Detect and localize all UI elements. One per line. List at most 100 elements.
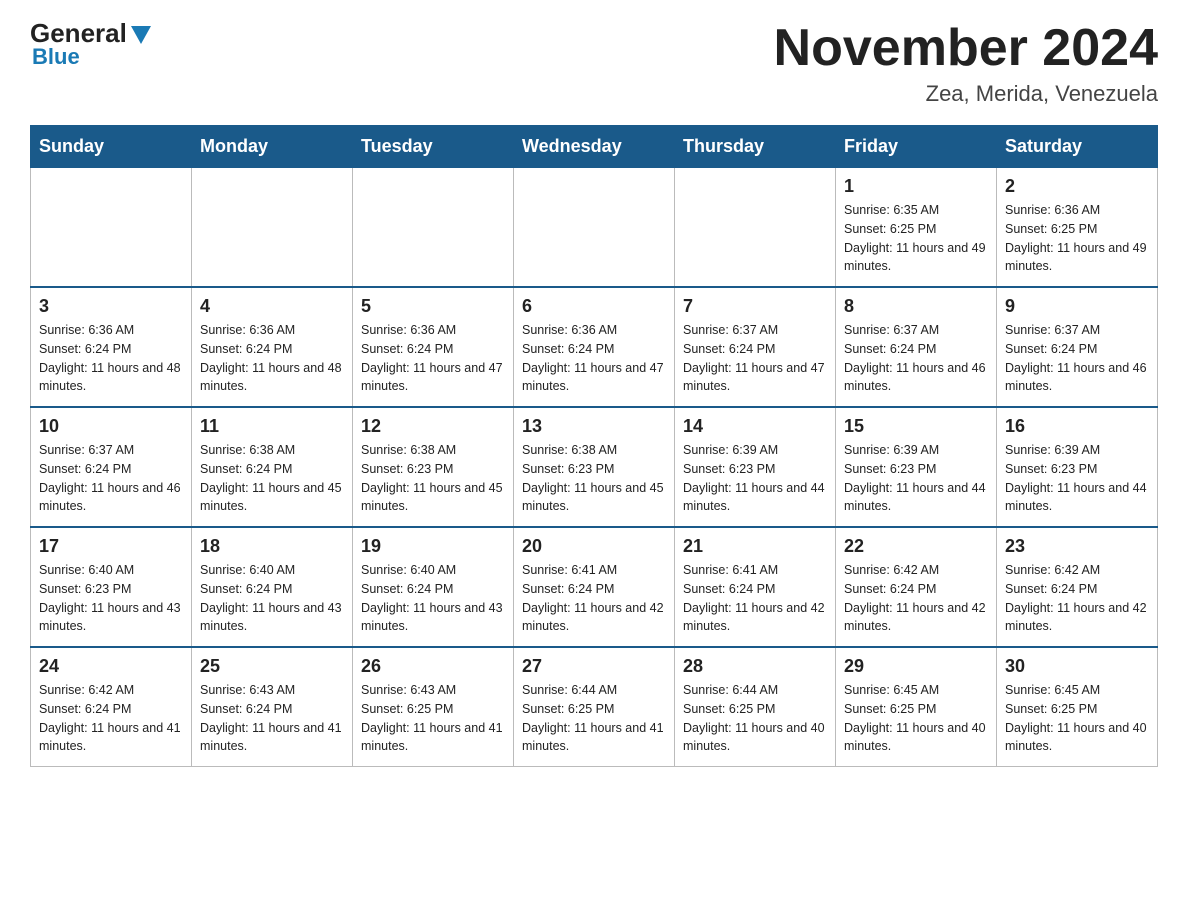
day-number: 14 [683, 416, 827, 437]
day-number: 4 [200, 296, 344, 317]
calendar-cell: 11 Sunrise: 6:38 AMSunset: 6:24 PMDayligh… [192, 407, 353, 527]
calendar-cell: 27Sunrise: 6:44 AMSunset: 6:25 PMDayligh… [514, 647, 675, 767]
calendar-cell: 13 Sunrise: 6:38 AMSunset: 6:23 PMDayligh… [514, 407, 675, 527]
calendar-cell: 12 Sunrise: 6:38 AMSunset: 6:23 PMDayligh… [353, 407, 514, 527]
day-info: Sunrise: 6:39 AMSunset: 6:23 PMDaylight:… [683, 441, 827, 516]
day-number: 18 [200, 536, 344, 557]
col-saturday: Saturday [997, 126, 1158, 168]
logo-blue-text: Blue [32, 46, 80, 68]
calendar-week-row: 24 Sunrise: 6:42 AMSunset: 6:24 PMDayligh… [31, 647, 1158, 767]
day-info: Sunrise: 6:41 AMSunset: 6:24 PMDaylight:… [522, 561, 666, 636]
day-info: Sunrise: 6:40 AMSunset: 6:24 PMDaylight:… [361, 561, 505, 636]
calendar-cell [192, 168, 353, 288]
day-number: 15 [844, 416, 988, 437]
calendar-cell: 25Sunrise: 6:43 AMSunset: 6:24 PMDayligh… [192, 647, 353, 767]
day-number: 17 [39, 536, 183, 557]
calendar-cell: 1 Sunrise: 6:35 AMSunset: 6:25 PMDaylight… [836, 168, 997, 288]
day-info: Sunrise: 6:42 AMSunset: 6:24 PMDaylight:… [39, 681, 183, 756]
col-wednesday: Wednesday [514, 126, 675, 168]
day-info: Sunrise: 6:38 AMSunset: 6:23 PMDaylight:… [361, 441, 505, 516]
day-number: 12 [361, 416, 505, 437]
day-number: 8 [844, 296, 988, 317]
calendar-cell: 5 Sunrise: 6:36 AMSunset: 6:24 PMDaylight… [353, 287, 514, 407]
calendar-cell: 3Sunrise: 6:36 AMSunset: 6:24 PMDaylight… [31, 287, 192, 407]
calendar-cell: 6Sunrise: 6:36 AMSunset: 6:24 PMDaylight… [514, 287, 675, 407]
calendar-cell: 7 Sunrise: 6:37 AMSunset: 6:24 PMDaylight… [675, 287, 836, 407]
day-number: 21 [683, 536, 827, 557]
day-number: 19 [361, 536, 505, 557]
location-text: Zea, Merida, Venezuela [774, 81, 1158, 107]
calendar-week-row: 10 Sunrise: 6:37 AMSunset: 6:24 PMDayligh… [31, 407, 1158, 527]
calendar-body: 1 Sunrise: 6:35 AMSunset: 6:25 PMDaylight… [31, 168, 1158, 767]
day-info: Sunrise: 6:38 AMSunset: 6:24 PMDaylight:… [200, 441, 344, 516]
day-info: Sunrise: 6:41 AMSunset: 6:24 PMDaylight:… [683, 561, 827, 636]
day-number: 24 [39, 656, 183, 677]
day-number: 22 [844, 536, 988, 557]
day-info: Sunrise: 6:42 AMSunset: 6:24 PMDaylight:… [1005, 561, 1149, 636]
calendar-cell: 20 Sunrise: 6:41 AMSunset: 6:24 PMDayligh… [514, 527, 675, 647]
calendar-cell: 23 Sunrise: 6:42 AMSunset: 6:24 PMDayligh… [997, 527, 1158, 647]
day-info: Sunrise: 6:36 AMSunset: 6:24 PMDaylight:… [200, 321, 344, 396]
page-header: General Blue November 2024 Zea, Merida, … [30, 20, 1158, 107]
day-number: 10 [39, 416, 183, 437]
calendar-cell: 29Sunrise: 6:45 AMSunset: 6:25 PMDayligh… [836, 647, 997, 767]
day-info: Sunrise: 6:44 AMSunset: 6:25 PMDaylight:… [522, 681, 666, 756]
calendar-cell: 30 Sunrise: 6:45 AMSunset: 6:25 PMDayligh… [997, 647, 1158, 767]
calendar-cell [514, 168, 675, 288]
day-info: Sunrise: 6:39 AMSunset: 6:23 PMDaylight:… [1005, 441, 1149, 516]
day-info: Sunrise: 6:40 AMSunset: 6:24 PMDaylight:… [200, 561, 344, 636]
calendar-header: Sunday Monday Tuesday Wednesday Thursday… [31, 126, 1158, 168]
calendar-cell: 2Sunrise: 6:36 AMSunset: 6:25 PMDaylight… [997, 168, 1158, 288]
day-number: 30 [1005, 656, 1149, 677]
day-info: Sunrise: 6:45 AMSunset: 6:25 PMDaylight:… [1005, 681, 1149, 756]
day-info: Sunrise: 6:40 AMSunset: 6:23 PMDaylight:… [39, 561, 183, 636]
day-info: Sunrise: 6:35 AMSunset: 6:25 PMDaylight:… [844, 201, 988, 276]
calendar-table: Sunday Monday Tuesday Wednesday Thursday… [30, 125, 1158, 767]
day-info: Sunrise: 6:39 AMSunset: 6:23 PMDaylight:… [844, 441, 988, 516]
day-number: 6 [522, 296, 666, 317]
calendar-cell: 24 Sunrise: 6:42 AMSunset: 6:24 PMDayligh… [31, 647, 192, 767]
day-number: 13 [522, 416, 666, 437]
col-tuesday: Tuesday [353, 126, 514, 168]
day-info: Sunrise: 6:43 AMSunset: 6:25 PMDaylight:… [361, 681, 505, 756]
calendar-cell: 18 Sunrise: 6:40 AMSunset: 6:24 PMDayligh… [192, 527, 353, 647]
day-number: 28 [683, 656, 827, 677]
logo-general-text: General [30, 20, 127, 46]
day-number: 7 [683, 296, 827, 317]
col-monday: Monday [192, 126, 353, 168]
calendar-cell: 14 Sunrise: 6:39 AMSunset: 6:23 PMDayligh… [675, 407, 836, 527]
day-info: Sunrise: 6:38 AMSunset: 6:23 PMDaylight:… [522, 441, 666, 516]
logo-arrow-icon [131, 26, 151, 44]
calendar-cell: 9Sunrise: 6:37 AMSunset: 6:24 PMDaylight… [997, 287, 1158, 407]
day-number: 2 [1005, 176, 1149, 197]
col-sunday: Sunday [31, 126, 192, 168]
day-number: 16 [1005, 416, 1149, 437]
calendar-week-row: 3Sunrise: 6:36 AMSunset: 6:24 PMDaylight… [31, 287, 1158, 407]
calendar-cell: 17 Sunrise: 6:40 AMSunset: 6:23 PMDayligh… [31, 527, 192, 647]
calendar-cell: 26Sunrise: 6:43 AMSunset: 6:25 PMDayligh… [353, 647, 514, 767]
day-info: Sunrise: 6:36 AMSunset: 6:24 PMDaylight:… [361, 321, 505, 396]
day-number: 25 [200, 656, 344, 677]
month-title: November 2024 [774, 20, 1158, 77]
col-thursday: Thursday [675, 126, 836, 168]
day-info: Sunrise: 6:37 AMSunset: 6:24 PMDaylight:… [683, 321, 827, 396]
logo: General Blue [30, 20, 151, 68]
calendar-cell: 19 Sunrise: 6:40 AMSunset: 6:24 PMDayligh… [353, 527, 514, 647]
calendar-cell: 21 Sunrise: 6:41 AMSunset: 6:24 PMDayligh… [675, 527, 836, 647]
calendar-cell: 10 Sunrise: 6:37 AMSunset: 6:24 PMDayligh… [31, 407, 192, 527]
day-number: 23 [1005, 536, 1149, 557]
day-info: Sunrise: 6:37 AMSunset: 6:24 PMDaylight:… [1005, 321, 1149, 396]
day-info: Sunrise: 6:37 AMSunset: 6:24 PMDaylight:… [39, 441, 183, 516]
calendar-cell [31, 168, 192, 288]
calendar-cell: 4 Sunrise: 6:36 AMSunset: 6:24 PMDaylight… [192, 287, 353, 407]
calendar-cell: 22Sunrise: 6:42 AMSunset: 6:24 PMDayligh… [836, 527, 997, 647]
day-number: 5 [361, 296, 505, 317]
day-info: Sunrise: 6:36 AMSunset: 6:24 PMDaylight:… [39, 321, 183, 396]
day-info: Sunrise: 6:37 AMSunset: 6:24 PMDaylight:… [844, 321, 988, 396]
day-info: Sunrise: 6:44 AMSunset: 6:25 PMDaylight:… [683, 681, 827, 756]
day-header-row: Sunday Monday Tuesday Wednesday Thursday… [31, 126, 1158, 168]
day-number: 29 [844, 656, 988, 677]
day-number: 20 [522, 536, 666, 557]
day-number: 11 [200, 416, 344, 437]
day-number: 1 [844, 176, 988, 197]
